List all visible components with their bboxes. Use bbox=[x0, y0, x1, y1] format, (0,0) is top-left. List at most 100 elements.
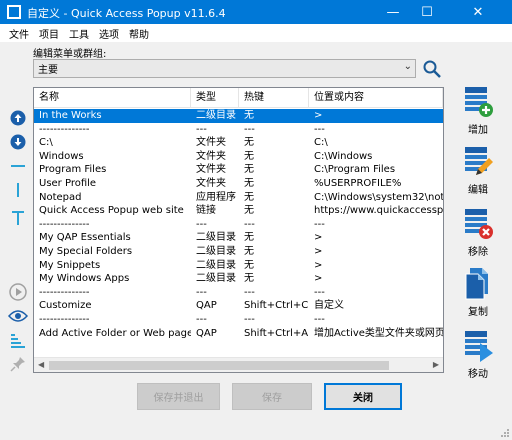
move-button[interactable]: 移动 bbox=[452, 328, 504, 386]
cell-name: -------------- bbox=[39, 123, 90, 135]
edit-label: 编辑 bbox=[468, 185, 488, 196]
add-label: 增加 bbox=[468, 125, 488, 136]
title-bar: 自定义 - Quick Access Popup v11.6.4 — ☐ ✕ bbox=[0, 0, 512, 24]
group-label: 编辑菜单或群组: bbox=[33, 49, 107, 60]
resize-grip-icon[interactable] bbox=[500, 428, 510, 438]
cell-hotkey: --- bbox=[244, 123, 255, 135]
cell-location: C:\Windows bbox=[314, 150, 373, 162]
column-header-name[interactable]: 名称 bbox=[34, 88, 191, 108]
list-header: 名称 类型 热键 位置或内容 bbox=[34, 88, 443, 108]
column-header-hotkey[interactable]: 热键 bbox=[239, 88, 309, 108]
scroll-right-icon[interactable]: ▶ bbox=[433, 360, 439, 369]
cell-name: -------------- bbox=[39, 313, 90, 325]
add-button[interactable]: 增加 bbox=[452, 84, 504, 142]
cell-type: 文件夹 bbox=[196, 137, 226, 149]
table-row[interactable]: My Windows Apps 二级目录无 > bbox=[34, 272, 443, 286]
cell-location: C:\ bbox=[314, 137, 328, 149]
copy-label: 复制 bbox=[468, 307, 488, 318]
table-row[interactable]: My Snippets 二级目录无 > bbox=[34, 259, 443, 273]
cell-name: Notepad bbox=[39, 191, 82, 203]
pin-icon[interactable] bbox=[7, 354, 29, 374]
cell-hotkey: --- bbox=[244, 218, 255, 230]
minimize-button[interactable]: — bbox=[376, 0, 410, 24]
menu-bar: 文件 项目 工具 选项 帮助 bbox=[0, 24, 512, 42]
table-row[interactable]: -------------- --- --- --- bbox=[34, 313, 443, 327]
search-icon[interactable] bbox=[421, 59, 443, 79]
group-select[interactable]: 主要 ⌄ bbox=[33, 59, 416, 78]
sort-icon[interactable] bbox=[7, 330, 29, 350]
play-icon[interactable] bbox=[7, 282, 29, 302]
remove-icon bbox=[465, 209, 493, 239]
table-row[interactable]: Add Active Folder or Web page... QAP Shift… bbox=[34, 327, 443, 341]
cell-type: --- bbox=[196, 123, 207, 135]
table-row[interactable]: -------------- --- --- --- bbox=[34, 286, 443, 300]
table-row[interactable]: -------------- --- --- --- bbox=[34, 218, 443, 232]
window-title: 自定义 - Quick Access Popup v11.6.4 bbox=[27, 7, 226, 20]
cell-type: 二级目录 bbox=[196, 245, 236, 257]
group-select-value: 主要 bbox=[38, 65, 58, 76]
table-row[interactable]: My Special Folders 二级目录无 > bbox=[34, 245, 443, 259]
column-break-icon[interactable] bbox=[7, 180, 29, 200]
table-row[interactable]: C:\ 文件夹 无 C:\ bbox=[34, 136, 443, 150]
cell-location: C:\Program Files bbox=[314, 164, 396, 176]
cell-name: Program Files bbox=[39, 164, 107, 176]
text-separator-icon[interactable] bbox=[7, 208, 29, 228]
cell-location: > bbox=[314, 273, 323, 285]
move-up-icon[interactable] bbox=[7, 108, 29, 128]
cell-hotkey: 无 bbox=[244, 110, 254, 121]
cell-name: -------------- bbox=[39, 218, 90, 230]
cell-location: --- bbox=[314, 286, 325, 298]
cell-location: > bbox=[314, 232, 323, 244]
menu-tools[interactable]: 工具 bbox=[64, 24, 94, 42]
cell-type: 文件夹 bbox=[196, 177, 226, 189]
table-row[interactable]: In the Works 二级目录无 > bbox=[34, 109, 443, 123]
save-and-exit-button[interactable]: 保存并退出 bbox=[137, 383, 220, 410]
save-button[interactable]: 保存 bbox=[232, 383, 312, 410]
move-icon bbox=[465, 331, 493, 362]
table-row[interactable]: Customize QAP Shift+Ctrl+C 自定义 bbox=[34, 299, 443, 313]
menu-options[interactable]: 选项 bbox=[94, 24, 124, 42]
cell-location: %USERPROFILE% bbox=[314, 177, 402, 189]
cell-hotkey: 无 bbox=[244, 164, 254, 176]
cell-type: 应用程序 bbox=[196, 191, 236, 203]
list-rows: In the Works 二级目录无 > -------------- --- --- --… bbox=[34, 109, 443, 340]
eye-icon[interactable] bbox=[7, 306, 29, 326]
scrollbar-thumb[interactable] bbox=[49, 361, 389, 370]
left-toolbar bbox=[7, 108, 29, 378]
favorites-list[interactable]: 名称 类型 热键 位置或内容 In the Works 二级目录无 > -------… bbox=[33, 87, 444, 373]
table-row[interactable]: User Profile 文件夹 无 %USERPROFILE% bbox=[34, 177, 443, 191]
cell-hotkey: 无 bbox=[244, 259, 254, 271]
cell-type: 文件夹 bbox=[196, 150, 226, 162]
close-button[interactable]: 关闭 bbox=[324, 383, 402, 410]
table-row[interactable]: My QAP Essentials 二级目录无 > bbox=[34, 231, 443, 245]
column-header-type[interactable]: 类型 bbox=[191, 88, 239, 108]
maximize-button[interactable]: ☐ bbox=[410, 0, 444, 24]
table-row[interactable]: Program Files 文件夹 无 C:\Program Files bbox=[34, 163, 443, 177]
copy-button[interactable]: 复制 bbox=[452, 266, 504, 324]
cell-location: 增加Active类型文件夹或网页 bbox=[314, 327, 443, 339]
cell-name: Windows bbox=[39, 150, 84, 162]
close-window-button[interactable]: ✕ bbox=[444, 0, 512, 24]
cell-hotkey: Shift+Ctrl+C bbox=[244, 300, 309, 312]
column-header-location[interactable]: 位置或内容 bbox=[309, 88, 443, 108]
table-row[interactable]: Windows 文件夹 无 C:\Windows bbox=[34, 150, 443, 164]
cell-hotkey: 无 bbox=[244, 245, 254, 257]
cell-hotkey: 无 bbox=[244, 177, 254, 189]
table-row[interactable]: Quick Access Popup web site 链接 无 https://ww… bbox=[34, 204, 443, 218]
cell-name: My Snippets bbox=[39, 259, 101, 271]
table-row[interactable]: Notepad 应用程序无 C:\Windows\system32\note bbox=[34, 191, 443, 205]
scroll-left-icon[interactable]: ◀ bbox=[38, 360, 44, 369]
move-down-icon[interactable] bbox=[7, 132, 29, 152]
menu-item[interactable]: 项目 bbox=[34, 24, 64, 42]
separator-icon[interactable] bbox=[7, 156, 29, 176]
menu-file[interactable]: 文件 bbox=[4, 24, 34, 42]
cell-type: 链接 bbox=[196, 205, 216, 217]
cell-location: > bbox=[314, 259, 323, 271]
remove-button[interactable]: 移除 bbox=[452, 206, 504, 264]
table-row[interactable]: -------------- --- --- --- bbox=[34, 123, 443, 137]
app-icon bbox=[7, 5, 21, 19]
horizontal-scrollbar[interactable]: ◀ ▶ bbox=[34, 357, 443, 372]
cell-type: QAP bbox=[196, 300, 217, 312]
edit-button[interactable]: 编辑 bbox=[452, 144, 504, 202]
menu-help[interactable]: 帮助 bbox=[124, 24, 154, 42]
